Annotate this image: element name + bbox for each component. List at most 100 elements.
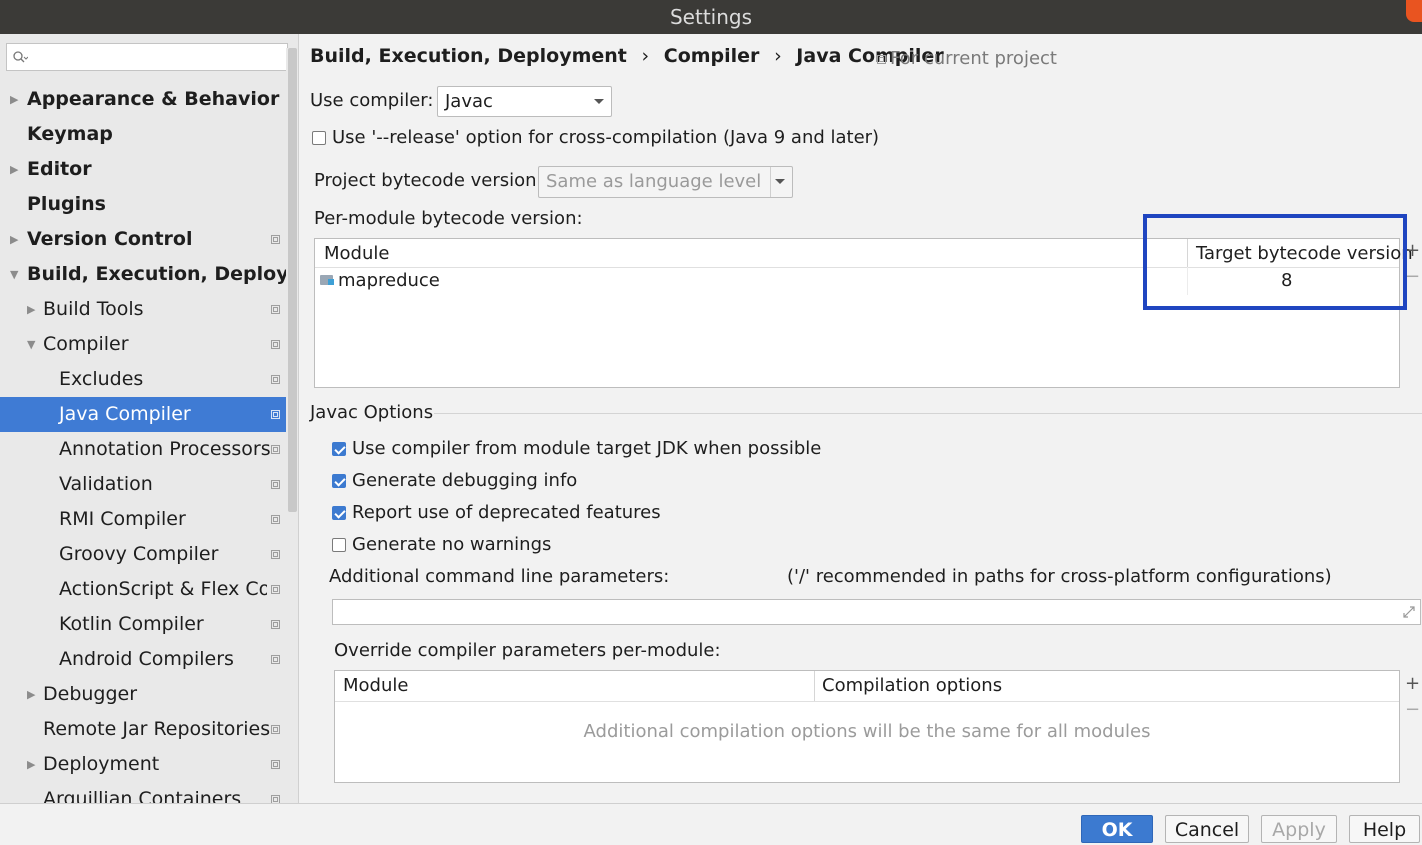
column-header-module[interactable]: Module bbox=[343, 675, 408, 696]
sidebar-item-label: Build Tools bbox=[43, 298, 144, 320]
project-scope-icon bbox=[271, 235, 280, 244]
sidebar-item-label: Build, Execution, Deploymen bbox=[27, 263, 286, 285]
expand-arrow-icon[interactable]: ▶ bbox=[10, 82, 18, 117]
generate-no-warnings-label: Generate no warnings bbox=[352, 534, 552, 555]
use-module-jdk-checkbox[interactable] bbox=[332, 442, 346, 456]
chevron-down-icon bbox=[594, 99, 604, 104]
breadcrumb-compiler: Compiler bbox=[663, 45, 760, 67]
expand-arrow-icon[interactable]: ▶ bbox=[27, 292, 35, 327]
add-override-button[interactable]: + bbox=[1405, 673, 1420, 694]
sidebar-item-version-control[interactable]: ▶ Version Control bbox=[0, 222, 286, 257]
sidebar-item-label: Java Compiler bbox=[59, 403, 191, 425]
sidebar-item-rmi-compiler[interactable]: RMI Compiler bbox=[0, 502, 286, 537]
sidebar-item-label: RMI Compiler bbox=[59, 508, 186, 530]
sidebar-item-groovy-compiler[interactable]: Groovy Compiler bbox=[0, 537, 286, 572]
project-scope-icon bbox=[877, 55, 886, 64]
additional-params-input[interactable] bbox=[332, 599, 1421, 625]
sidebar-item-java-compiler[interactable]: Java Compiler bbox=[0, 397, 298, 432]
release-option-label: Use '--release' option for cross-compila… bbox=[332, 127, 880, 148]
release-option-checkbox[interactable] bbox=[312, 131, 326, 145]
sidebar-item-kotlin-compiler[interactable]: Kotlin Compiler bbox=[0, 607, 286, 642]
collapse-arrow-icon[interactable]: ▼ bbox=[10, 257, 18, 292]
settings-search-input[interactable] bbox=[6, 43, 288, 71]
use-compiler-label: Use compiler: bbox=[310, 90, 434, 111]
sidebar-item-label: Deployment bbox=[43, 753, 160, 775]
sidebar-item-editor[interactable]: ▶ Editor bbox=[0, 152, 286, 187]
sidebar-item-remote-jar-repositories[interactable]: Remote Jar Repositories bbox=[0, 712, 286, 747]
combo-divider bbox=[770, 167, 771, 197]
breadcrumb-separator: › bbox=[774, 45, 782, 67]
sidebar-item-label: Validation bbox=[59, 473, 153, 495]
sidebar-item-appearance-behavior[interactable]: ▶ Appearance & Behavior bbox=[0, 82, 286, 117]
sidebar-item-label: Android Compilers bbox=[59, 648, 234, 670]
apply-button[interactable]: Apply bbox=[1261, 815, 1337, 843]
generate-no-warnings-checkbox[interactable] bbox=[332, 538, 346, 552]
scope-label: For current project bbox=[890, 48, 1057, 69]
remove-module-button[interactable]: − bbox=[1405, 266, 1420, 287]
sidebar-item-label: Kotlin Compiler bbox=[59, 613, 204, 635]
sidebar-scrollbar-thumb[interactable] bbox=[288, 48, 297, 512]
report-deprecated-checkbox[interactable] bbox=[332, 506, 346, 520]
sidebar-item-build-tools[interactable]: ▶ Build Tools bbox=[0, 292, 286, 327]
per-module-label: Per-module bytecode version: bbox=[314, 208, 583, 229]
expand-icon[interactable] bbox=[1402, 605, 1416, 619]
sidebar-item-label: Compiler bbox=[43, 333, 129, 355]
ok-button[interactable]: OK bbox=[1081, 815, 1153, 843]
sidebar-item-label: Debugger bbox=[43, 683, 138, 705]
sidebar-item-label: ActionScript & Flex Comp bbox=[59, 578, 267, 600]
expand-arrow-icon[interactable]: ▶ bbox=[10, 222, 18, 257]
sidebar-item-android-compilers[interactable]: Android Compilers bbox=[0, 642, 286, 677]
use-compiler-value: Javac bbox=[445, 91, 493, 112]
sidebar-item-label: Arquillian Containers bbox=[43, 788, 242, 803]
expand-arrow-icon[interactable]: ▶ bbox=[27, 747, 35, 782]
project-bytecode-select[interactable]: Same as language level bbox=[538, 166, 793, 198]
column-header-module[interactable]: Module bbox=[324, 243, 389, 264]
sidebar-item-debugger[interactable]: ▶ Debugger bbox=[0, 677, 286, 712]
table-header: Module Compilation options bbox=[335, 671, 1399, 702]
report-deprecated-label: Report use of deprecated features bbox=[352, 502, 661, 523]
sidebar-item-validation[interactable]: Validation bbox=[0, 467, 286, 502]
project-scope-icon bbox=[271, 515, 280, 524]
generate-debugging-info-checkbox[interactable] bbox=[332, 474, 346, 488]
sidebar-item-plugins[interactable]: Plugins bbox=[0, 187, 286, 222]
sidebar-item-label: Editor bbox=[27, 158, 92, 180]
override-params-table[interactable]: Module Compilation options Additional co… bbox=[334, 670, 1400, 783]
javac-options-section-label: Javac Options bbox=[310, 402, 434, 423]
use-module-jdk-label: Use compiler from module target JDK when… bbox=[352, 438, 822, 459]
section-divider bbox=[434, 413, 1422, 414]
add-module-button[interactable]: + bbox=[1405, 240, 1420, 261]
override-params-label: Override compiler parameters per-module: bbox=[334, 640, 721, 661]
project-scope-icon bbox=[271, 620, 280, 629]
sidebar-item-build-execution-deployment[interactable]: ▼ Build, Execution, Deploymen bbox=[0, 257, 286, 292]
sidebar-item-excludes[interactable]: Excludes bbox=[0, 362, 286, 397]
remove-override-button[interactable]: − bbox=[1405, 699, 1420, 720]
additional-params-label: Additional command line parameters: bbox=[329, 566, 670, 587]
column-header-compilation-options[interactable]: Compilation options bbox=[822, 675, 1002, 696]
column-divider[interactable] bbox=[814, 671, 815, 701]
generate-debugging-info-label: Generate debugging info bbox=[352, 470, 578, 491]
sidebar-item-label: Keymap bbox=[27, 123, 113, 145]
breadcrumb-build-execution-deployment: Build, Execution, Deployment bbox=[310, 45, 627, 67]
collapse-arrow-icon[interactable]: ▼ bbox=[27, 327, 35, 362]
sidebar-item-deployment[interactable]: ▶ Deployment bbox=[0, 747, 286, 782]
project-scope-icon bbox=[271, 445, 280, 454]
expand-arrow-icon[interactable]: ▶ bbox=[10, 152, 18, 187]
sidebar-item-label: Excludes bbox=[59, 368, 144, 390]
sidebar-item-label: Annotation Processors bbox=[59, 438, 271, 460]
use-compiler-select[interactable]: Javac bbox=[437, 86, 612, 117]
project-scope-icon bbox=[271, 585, 280, 594]
sidebar-item-keymap[interactable]: Keymap bbox=[0, 117, 286, 152]
sidebar-item-actionscript-flex-compiler[interactable]: ActionScript & Flex Comp bbox=[0, 572, 286, 607]
project-scope-icon bbox=[271, 480, 280, 489]
sidebar-item-arquillian-containers[interactable]: Arquillian Containers bbox=[0, 782, 286, 803]
expand-arrow-icon[interactable]: ▶ bbox=[27, 677, 35, 712]
sidebar-item-annotation-processors[interactable]: Annotation Processors bbox=[0, 432, 286, 467]
additional-params-hint: ('/' recommended in paths for cross-plat… bbox=[787, 566, 1332, 587]
sidebar-item-compiler[interactable]: ▼ Compiler bbox=[0, 327, 286, 362]
window-close-button[interactable] bbox=[1406, 0, 1422, 22]
sidebar-item-label: Remote Jar Repositories bbox=[43, 718, 271, 740]
sidebar-divider[interactable] bbox=[298, 34, 299, 803]
project-scope-icon bbox=[271, 410, 280, 419]
cancel-button[interactable]: Cancel bbox=[1165, 815, 1249, 843]
help-button[interactable]: Help bbox=[1349, 815, 1420, 843]
